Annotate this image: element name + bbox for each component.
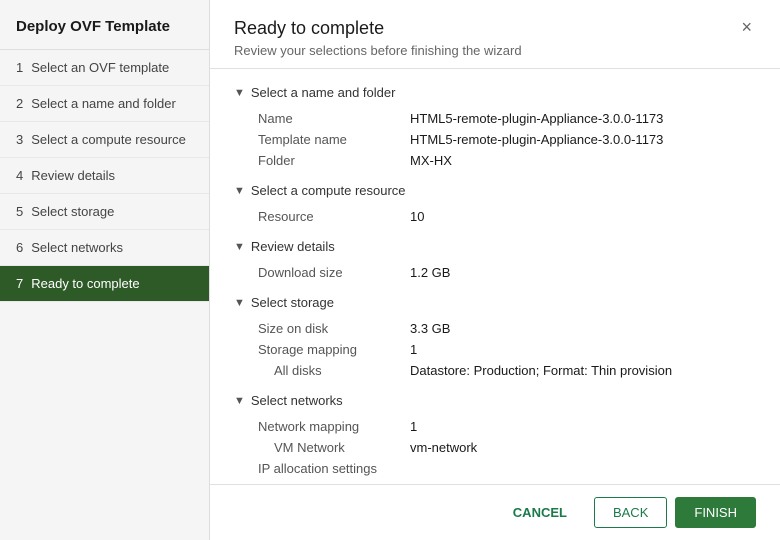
table-row: Storage mapping 1 [250,339,756,360]
sidebar-item-label-5: Select storage [31,204,114,219]
step-num-1: 1 [16,60,23,75]
network-mapping-label: Network mapping [250,419,410,434]
step-num-7: 7 [16,276,23,291]
sidebar-item-3[interactable]: 3 Select a compute resource [0,122,209,158]
sidebar-item-label-1: Select an OVF template [31,60,169,75]
table-row: Folder MX-HX [250,150,756,171]
main-content: Ready to complete Review your selections… [210,0,780,540]
table-row: VM Network vm-network [250,437,756,458]
finish-button[interactable]: FINISH [675,497,756,528]
sidebar-item-6[interactable]: 6 Select networks [0,230,209,266]
table-row: Network mapping 1 [250,416,756,437]
section-storage-header: ▼ Select storage [234,295,756,310]
network-mapping-value: 1 [410,419,417,434]
table-row: All disks Datastore: Production; Format:… [250,360,756,381]
sidebar-item-label-2: Select a name and folder [31,96,176,111]
ip-allocation-settings-label: IP allocation settings [250,461,410,476]
chevron-down-icon: ▼ [234,185,245,197]
back-button[interactable]: BACK [594,497,667,528]
name-folder-rows: Name HTML5-remote-plugin-Appliance-3.0.0… [234,108,756,171]
table-row: IP allocation settings [250,458,756,479]
step-num-4: 4 [16,168,23,183]
section-name-folder: ▼ Select a name and folder Name HTML5-re… [234,85,756,171]
sidebar-item-5[interactable]: 5 Select storage [0,194,209,230]
table-row: Template name HTML5-remote-plugin-Applia… [250,129,756,150]
template-name-label: Template name [250,132,410,147]
vm-network-value: vm-network [410,440,477,455]
section-compute-header: ▼ Select a compute resource [234,183,756,198]
storage-mapping-label: Storage mapping [250,342,410,357]
step-num-2: 2 [16,96,23,111]
template-name-value: HTML5-remote-plugin-Appliance-3.0.0-1173 [410,132,663,147]
name-value: HTML5-remote-plugin-Appliance-3.0.0-1173 [410,111,663,126]
sidebar-item-7[interactable]: 7 Ready to complete [0,266,209,302]
table-row: Name HTML5-remote-plugin-Appliance-3.0.0… [250,108,756,129]
size-on-disk-label: Size on disk [250,321,410,336]
header-text: Ready to complete Review your selections… [234,18,522,58]
dialog-footer: CANCEL BACK FINISH [210,484,780,540]
step-num-3: 3 [16,132,23,147]
table-row: Resource 10 [250,206,756,227]
sidebar-item-label-3: Select a compute resource [31,132,186,147]
section-name-folder-header: ▼ Select a name and folder [234,85,756,100]
section-compute-resource: ▼ Select a compute resource Resource 10 [234,183,756,227]
table-row: Size on disk 3.3 GB [250,318,756,339]
size-on-disk-value: 3.3 GB [410,321,450,336]
table-row: Download size 1.2 GB [250,262,756,283]
section-review-header: ▼ Review details [234,239,756,254]
content-body: ▼ Select a name and folder Name HTML5-re… [210,69,780,484]
chevron-down-icon: ▼ [234,241,245,253]
deploy-ovf-dialog: Deploy OVF Template 1 Select an OVF temp… [0,0,780,540]
section-networks: ▼ Select networks Network mapping 1 VM N… [234,393,756,484]
sidebar-item-4[interactable]: 4 Review details [0,158,209,194]
cancel-button[interactable]: CANCEL [494,497,586,528]
chevron-down-icon: ▼ [234,395,245,407]
name-label: Name [250,111,410,126]
vm-network-label: VM Network [250,440,410,455]
sidebar-item-label-7: Ready to complete [31,276,139,291]
compute-rows: Resource 10 [234,206,756,227]
section-networks-header: ▼ Select networks [234,393,756,408]
section-storage: ▼ Select storage Size on disk 3.3 GB Sto… [234,295,756,381]
step-num-5: 5 [16,204,23,219]
sidebar-title: Deploy OVF Template [0,0,209,50]
download-size-label: Download size [250,265,410,280]
page-title: Ready to complete [234,18,522,39]
sidebar-item-label-6: Select networks [31,240,123,255]
chevron-down-icon: ▼ [234,297,245,309]
resource-label: Resource [250,209,410,224]
content-header: Ready to complete Review your selections… [210,0,780,69]
step-num-6: 6 [16,240,23,255]
sidebar-item-label-4: Review details [31,168,115,183]
folder-value: MX-HX [410,153,452,168]
page-subtitle: Review your selections before finishing … [234,43,522,58]
folder-label: Folder [250,153,410,168]
chevron-down-icon: ▼ [234,87,245,99]
sidebar-item-2[interactable]: 2 Select a name and folder [0,86,209,122]
download-size-value: 1.2 GB [410,265,450,280]
review-rows: Download size 1.2 GB [234,262,756,283]
close-button[interactable]: × [737,18,756,36]
all-disks-value: Datastore: Production; Format: Thin prov… [410,363,672,378]
sidebar-item-1[interactable]: 1 Select an OVF template [0,50,209,86]
wizard-sidebar: Deploy OVF Template 1 Select an OVF temp… [0,0,210,540]
all-disks-label: All disks [250,363,410,378]
storage-mapping-value: 1 [410,342,417,357]
resource-value: 10 [410,209,424,224]
section-review-details: ▼ Review details Download size 1.2 GB [234,239,756,283]
storage-rows: Size on disk 3.3 GB Storage mapping 1 Al… [234,318,756,381]
networks-rows: Network mapping 1 VM Network vm-network … [234,416,756,484]
